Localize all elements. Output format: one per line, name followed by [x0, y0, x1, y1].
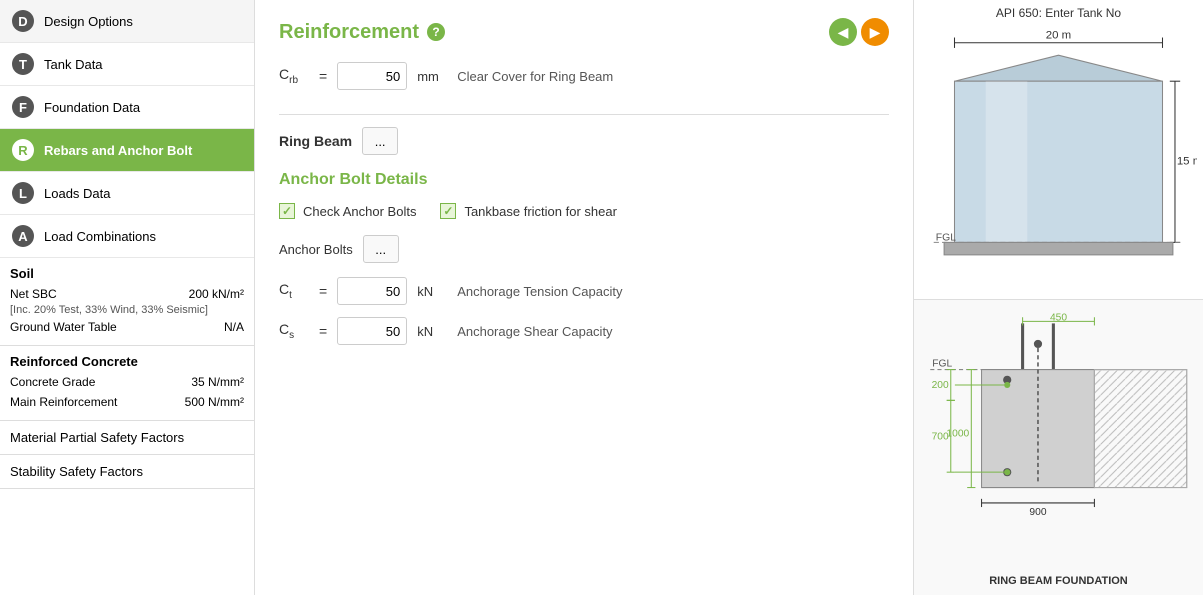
- crb-input[interactable]: [337, 62, 407, 90]
- nav-letter-foundation: F: [12, 96, 34, 118]
- sidebar: D Design Options T Tank Data F Foundation Dat…: [0, 0, 255, 595]
- nav-letter-combinations: A: [12, 225, 34, 247]
- concrete-label: Concrete Grade: [10, 373, 95, 392]
- inc-note: [Inc. 20% Test, 33% Wind, 33% Seismic]: [10, 304, 244, 316]
- svg-text:900: 900: [1029, 507, 1046, 518]
- right-panel: API 650: Enter Tank No 20 m 15 m: [913, 0, 1203, 595]
- page-title: Reinforcement: [279, 21, 419, 44]
- bottom-diagram: FGL 450: [914, 300, 1203, 595]
- nav-label-design: Design Options: [44, 14, 133, 29]
- ct-subscript: t: [289, 290, 292, 301]
- crb-row: Crb = mm Clear Cover for Ring Beam: [279, 62, 889, 90]
- crb-label: Crb: [279, 66, 309, 86]
- ring-beam-row: Ring Beam ...: [279, 127, 889, 155]
- top-diagram-title: API 650: Enter Tank No: [996, 6, 1121, 20]
- sidebar-item-tank[interactable]: T Tank Data: [0, 43, 254, 86]
- cs-eq: =: [319, 323, 327, 339]
- crb-desc: Clear Cover for Ring Beam: [457, 69, 613, 84]
- svg-text:20 m: 20 m: [1046, 30, 1071, 42]
- svg-text:450: 450: [1050, 312, 1067, 323]
- ct-input[interactable]: [337, 277, 407, 305]
- nav-label-rebars: Rebars and Anchor Bolt: [44, 143, 192, 158]
- net-sbc-row: Net SBC 200 kN/m²: [10, 285, 244, 304]
- ct-eq: =: [319, 283, 327, 299]
- ring-beam-button[interactable]: ...: [362, 127, 398, 155]
- check-anchor-checkbox[interactable]: [279, 203, 295, 219]
- gwt-value: N/A: [224, 318, 244, 337]
- check-row: Check Anchor Bolts Tankbase friction for…: [279, 203, 889, 219]
- nav-letter-design: D: [12, 10, 34, 32]
- rebar-label: Main Reinforcement: [10, 393, 117, 412]
- nav-label-loads: Loads Data: [44, 186, 111, 201]
- check-anchor-item: Check Anchor Bolts: [279, 203, 416, 219]
- cs-subscript: s: [289, 330, 294, 341]
- rc-section: Reinforced Concrete Concrete Grade 35 N/…: [0, 346, 254, 420]
- help-icon[interactable]: ?: [427, 23, 445, 41]
- check-friction-checkbox[interactable]: [440, 203, 456, 219]
- rebar-row: Main Reinforcement 500 N/mm²: [10, 393, 244, 412]
- prev-button[interactable]: ◀: [829, 18, 857, 46]
- check-anchor-label: Check Anchor Bolts: [303, 204, 416, 219]
- ct-label: Ct: [279, 281, 309, 301]
- cs-unit: kN: [417, 324, 447, 339]
- page-header: Reinforcement ? ◀ ▶: [279, 18, 889, 46]
- anchor-bolts-button[interactable]: ...: [363, 235, 399, 263]
- svg-text:FGL: FGL: [932, 358, 952, 369]
- crb-subscript: rb: [289, 75, 298, 86]
- sidebar-links: Material Partial Safety FactorsStability…: [0, 421, 254, 489]
- sidebar-item-design[interactable]: D Design Options: [0, 0, 254, 43]
- anchor-section-title: Anchor Bolt Details: [279, 171, 889, 189]
- sidebar-link-stability[interactable]: Stability Safety Factors: [0, 455, 254, 489]
- net-sbc-value: 200 kN/m²: [189, 285, 244, 304]
- gwt-row: Ground Water Table N/A: [10, 318, 244, 337]
- nav-list: D Design Options T Tank Data F Foundation Dat…: [0, 0, 254, 258]
- sidebar-link-material[interactable]: Material Partial Safety Factors: [0, 421, 254, 455]
- crb-unit: mm: [417, 69, 447, 84]
- nav-label-foundation: Foundation Data: [44, 100, 140, 115]
- tank-diagram-svg: 20 m 15 m FGL: [920, 24, 1197, 284]
- sidebar-item-rebars[interactable]: R Rebars and Anchor Bolt: [0, 129, 254, 172]
- ring-beam-label: Ring Beam: [279, 133, 352, 149]
- crb-eq: =: [319, 68, 327, 84]
- main-content: Reinforcement ? ◀ ▶ Crb = mm Clear Cover…: [255, 0, 913, 595]
- svg-text:15 m: 15 m: [1177, 155, 1197, 167]
- sidebar-item-combinations[interactable]: A Load Combinations: [0, 215, 254, 258]
- anchor-bolts-row: Anchor Bolts ...: [279, 235, 889, 263]
- ring-beam-svg: FGL 450: [920, 306, 1197, 546]
- rebar-value: 500 N/mm²: [185, 393, 244, 412]
- net-sbc-label: Net SBC: [10, 285, 57, 304]
- nav-letter-loads: L: [12, 182, 34, 204]
- nav-arrows: ◀ ▶: [829, 18, 889, 46]
- concrete-value: 35 N/mm²: [191, 373, 244, 392]
- ct-unit: kN: [417, 284, 447, 299]
- nav-label-tank: Tank Data: [44, 57, 103, 72]
- nav-letter-tank: T: [12, 53, 34, 75]
- soil-section: Soil Net SBC 200 kN/m² [Inc. 20% Test, 3…: [0, 258, 254, 346]
- nav-label-combinations: Load Combinations: [44, 229, 156, 244]
- svg-text:FGL: FGL: [936, 232, 956, 243]
- gwt-label: Ground Water Table: [10, 318, 117, 337]
- top-diagram: API 650: Enter Tank No 20 m 15 m: [914, 0, 1203, 300]
- ct-desc: Anchorage Tension Capacity: [457, 284, 622, 299]
- cs-input[interactable]: [337, 317, 407, 345]
- cs-label: Cs: [279, 321, 309, 341]
- cs-row: Cs = kN Anchorage Shear Capacity: [279, 317, 889, 345]
- cs-desc: Anchorage Shear Capacity: [457, 324, 612, 339]
- rc-title: Reinforced Concrete: [10, 354, 244, 369]
- ct-row: Ct = kN Anchorage Tension Capacity: [279, 277, 889, 305]
- sidebar-item-foundation[interactable]: F Foundation Data: [0, 86, 254, 129]
- check-friction-label: Tankbase friction for shear: [464, 204, 616, 219]
- sidebar-item-loads[interactable]: L Loads Data: [0, 172, 254, 215]
- soil-title: Soil: [10, 266, 244, 281]
- concrete-row: Concrete Grade 35 N/mm²: [10, 373, 244, 392]
- next-button[interactable]: ▶: [861, 18, 889, 46]
- nav-letter-rebars: R: [12, 139, 34, 161]
- check-friction-item: Tankbase friction for shear: [440, 203, 616, 219]
- svg-text:200: 200: [932, 380, 949, 391]
- ring-beam-footer: RING BEAM FOUNDATION: [914, 575, 1203, 587]
- anchor-bolts-label: Anchor Bolts: [279, 242, 353, 257]
- divider-1: [279, 114, 889, 115]
- title-row: Reinforcement ?: [279, 21, 445, 44]
- svg-text:1000: 1000: [946, 428, 969, 439]
